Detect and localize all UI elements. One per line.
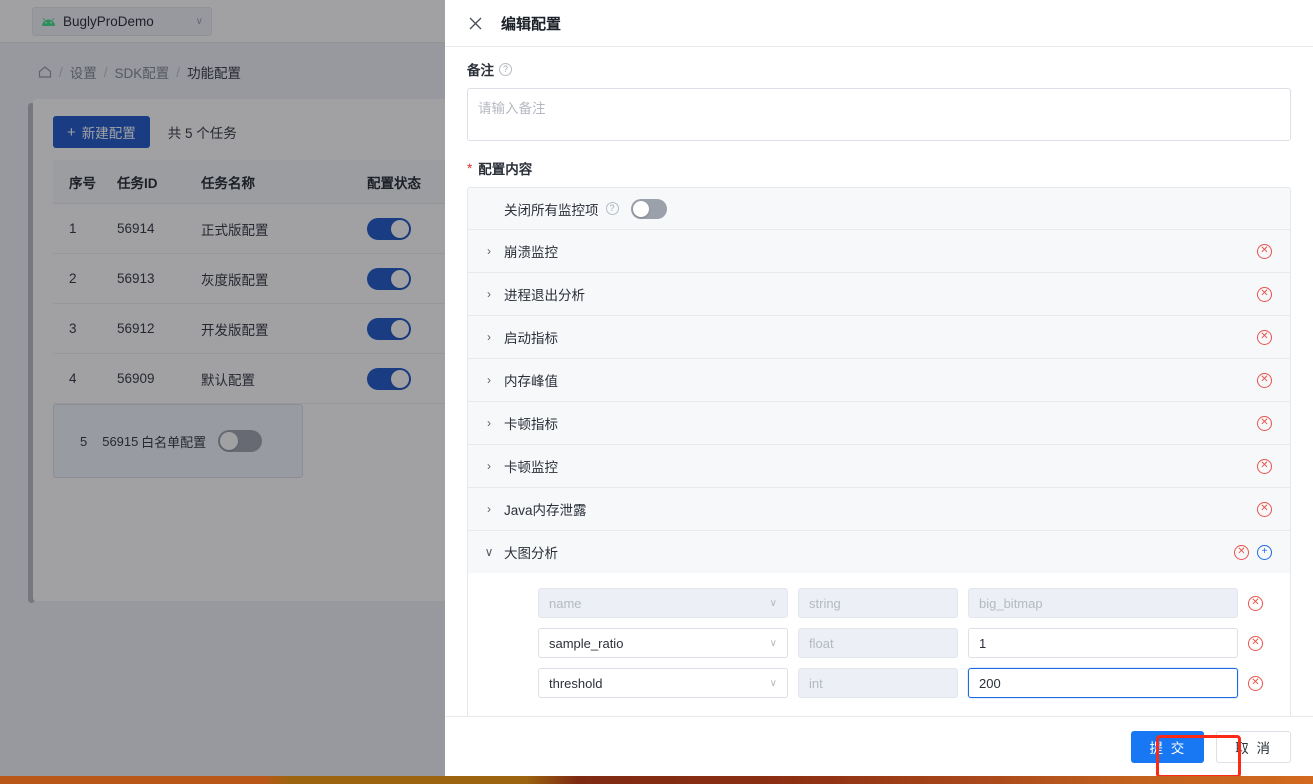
chevron-right-icon: ›	[487, 416, 491, 430]
remark-label: 备注	[467, 63, 494, 78]
close-icon[interactable]	[467, 15, 483, 31]
delete-circle-icon[interactable]: ✕	[1257, 329, 1272, 345]
chevron-right-icon: ›	[487, 287, 491, 301]
accordion-header[interactable]: › Java内存泄露 ✕	[468, 488, 1290, 530]
param-key-select[interactable]: name ∨	[538, 588, 788, 618]
param-type-value: float	[809, 635, 834, 651]
param-type-value: int	[809, 675, 823, 691]
chevron-right-icon: ›	[487, 330, 491, 344]
delete-circle-icon[interactable]: ✕	[1257, 458, 1272, 474]
accordion-section-lag-metrics: › 卡顿指标 ✕	[468, 402, 1290, 445]
disable-all-toggle[interactable]	[630, 198, 667, 219]
delete-circle-icon[interactable]: ✕	[1257, 286, 1272, 302]
help-icon[interactable]: ?	[499, 62, 512, 76]
accordion-section-lag-monitor: › 卡顿监控 ✕	[468, 445, 1290, 488]
param-value-input[interactable]: 200	[968, 668, 1238, 698]
config-accordion: 关闭所有监控项 ? › 崩溃监控 ✕ › 进程退出分析 ✕ › 启动指标 ✕ ›…	[467, 187, 1291, 716]
param-value-input[interactable]: 1	[968, 628, 1238, 658]
modal-title: 编辑配置	[501, 15, 562, 33]
param-key-value: threshold	[549, 675, 603, 691]
submit-button[interactable]: 提 交	[1131, 730, 1205, 763]
chevron-down-icon: ∨	[769, 597, 777, 609]
param-key-value: sample_ratio	[549, 635, 624, 651]
param-type-input: int	[798, 668, 958, 698]
delete-circle-icon[interactable]: ✕	[1248, 635, 1263, 651]
accordion-header[interactable]: ∨ 大图分析 ✕ +	[468, 531, 1290, 573]
accordion-header[interactable]: › 内存峰值 ✕	[468, 359, 1290, 401]
accordion-header[interactable]: › 卡顿指标 ✕	[468, 402, 1290, 444]
chevron-right-icon: ›	[487, 459, 491, 473]
param-type-input: string	[798, 588, 958, 618]
remark-label-row: 备注 ?	[467, 59, 1291, 79]
param-row: name ∨ string big_bitmap ✕	[468, 583, 1290, 623]
accordion-header[interactable]: › 启动指标 ✕	[468, 316, 1290, 358]
section-name: 大图分析	[504, 546, 558, 561]
chevron-right-icon: ›	[487, 373, 491, 387]
delete-circle-icon[interactable]: ✕	[1257, 501, 1272, 517]
accordion-section-java-leak: › Java内存泄露 ✕	[468, 488, 1290, 531]
section-name: 启动指标	[504, 331, 558, 346]
accordion-header[interactable]: › 进程退出分析 ✕	[468, 273, 1290, 315]
cancel-button[interactable]: 取 消	[1216, 730, 1291, 763]
param-type-value: string	[809, 595, 841, 611]
accordion-header[interactable]: › 卡顿监控 ✕	[468, 445, 1290, 487]
section-name: 内存峰值	[504, 374, 558, 389]
chevron-right-icon: ›	[487, 502, 491, 516]
section-name: 崩溃监控	[504, 245, 558, 260]
section-name: 卡顿指标	[504, 417, 558, 432]
section-name: 卡顿监控	[504, 460, 558, 475]
param-value-text: 200	[979, 675, 1001, 691]
chevron-right-icon: ›	[487, 244, 491, 258]
modal-body: 备注 ? * 配置内容 关闭所有监控项 ? › 崩溃监控	[445, 47, 1313, 716]
chevron-down-icon: ∨	[484, 545, 494, 559]
param-row: sample_ratio ∨ float 1 ✕	[468, 623, 1290, 663]
chevron-down-icon: ∨	[769, 677, 777, 689]
param-value-text: big_bitmap	[979, 595, 1043, 611]
big-bitmap-params: name ∨ string big_bitmap ✕ sample_ratio …	[468, 573, 1290, 716]
param-row: threshold ∨ int 200 ✕	[468, 663, 1290, 703]
accordion-section-startup: › 启动指标 ✕	[468, 316, 1290, 359]
modal-footer: 提 交 取 消	[445, 716, 1313, 776]
remark-input[interactable]	[467, 88, 1291, 141]
section-name: 进程退出分析	[504, 288, 585, 303]
accordion-section-process-exit: › 进程退出分析 ✕	[468, 273, 1290, 316]
accordion-section-crash: › 崩溃监控 ✕	[468, 230, 1290, 273]
accordion-section-big-bitmap: ∨ 大图分析 ✕ + name ∨ string big_bitmap ✕ sa…	[468, 531, 1290, 716]
desktop-taskbar-strip	[0, 776, 1313, 784]
param-value-input[interactable]: big_bitmap	[968, 588, 1238, 618]
param-value-text: 1	[979, 635, 987, 651]
disable-all-label: 关闭所有监控项	[504, 202, 599, 218]
disable-all-row: 关闭所有监控项 ?	[468, 188, 1290, 230]
accordion-section-memory-peak: › 内存峰值 ✕	[468, 359, 1290, 402]
section-name: Java内存泄露	[504, 503, 587, 518]
delete-circle-icon[interactable]: ✕	[1248, 675, 1263, 691]
screen-root: BuglyProDemo ∨ / 设置 / SDK配置 / 功能配置 + 新建配…	[0, 0, 1313, 784]
param-key-value: name	[549, 595, 582, 611]
modal-header: 编辑配置	[445, 0, 1313, 47]
required-mark: *	[467, 160, 473, 176]
edit-config-modal: 编辑配置 备注 ? * 配置内容 关闭所有监控项 ? ›	[445, 0, 1313, 776]
config-content-label-row: * 配置内容	[467, 158, 1291, 178]
add-circle-icon[interactable]: +	[1257, 544, 1272, 560]
accordion-header[interactable]: › 崩溃监控 ✕	[468, 230, 1290, 272]
delete-circle-icon[interactable]: ✕	[1257, 415, 1272, 431]
delete-circle-icon[interactable]: ✕	[1234, 544, 1249, 560]
config-content-label: 配置内容	[478, 162, 533, 177]
chevron-down-icon: ∨	[769, 637, 777, 649]
param-key-select[interactable]: sample_ratio ∨	[538, 628, 788, 658]
delete-circle-icon[interactable]: ✕	[1257, 372, 1272, 388]
param-type-input: float	[798, 628, 958, 658]
help-icon[interactable]: ?	[605, 202, 619, 215]
param-key-select[interactable]: threshold ∨	[538, 668, 788, 698]
delete-circle-icon[interactable]: ✕	[1248, 595, 1263, 611]
delete-circle-icon[interactable]: ✕	[1257, 243, 1272, 259]
